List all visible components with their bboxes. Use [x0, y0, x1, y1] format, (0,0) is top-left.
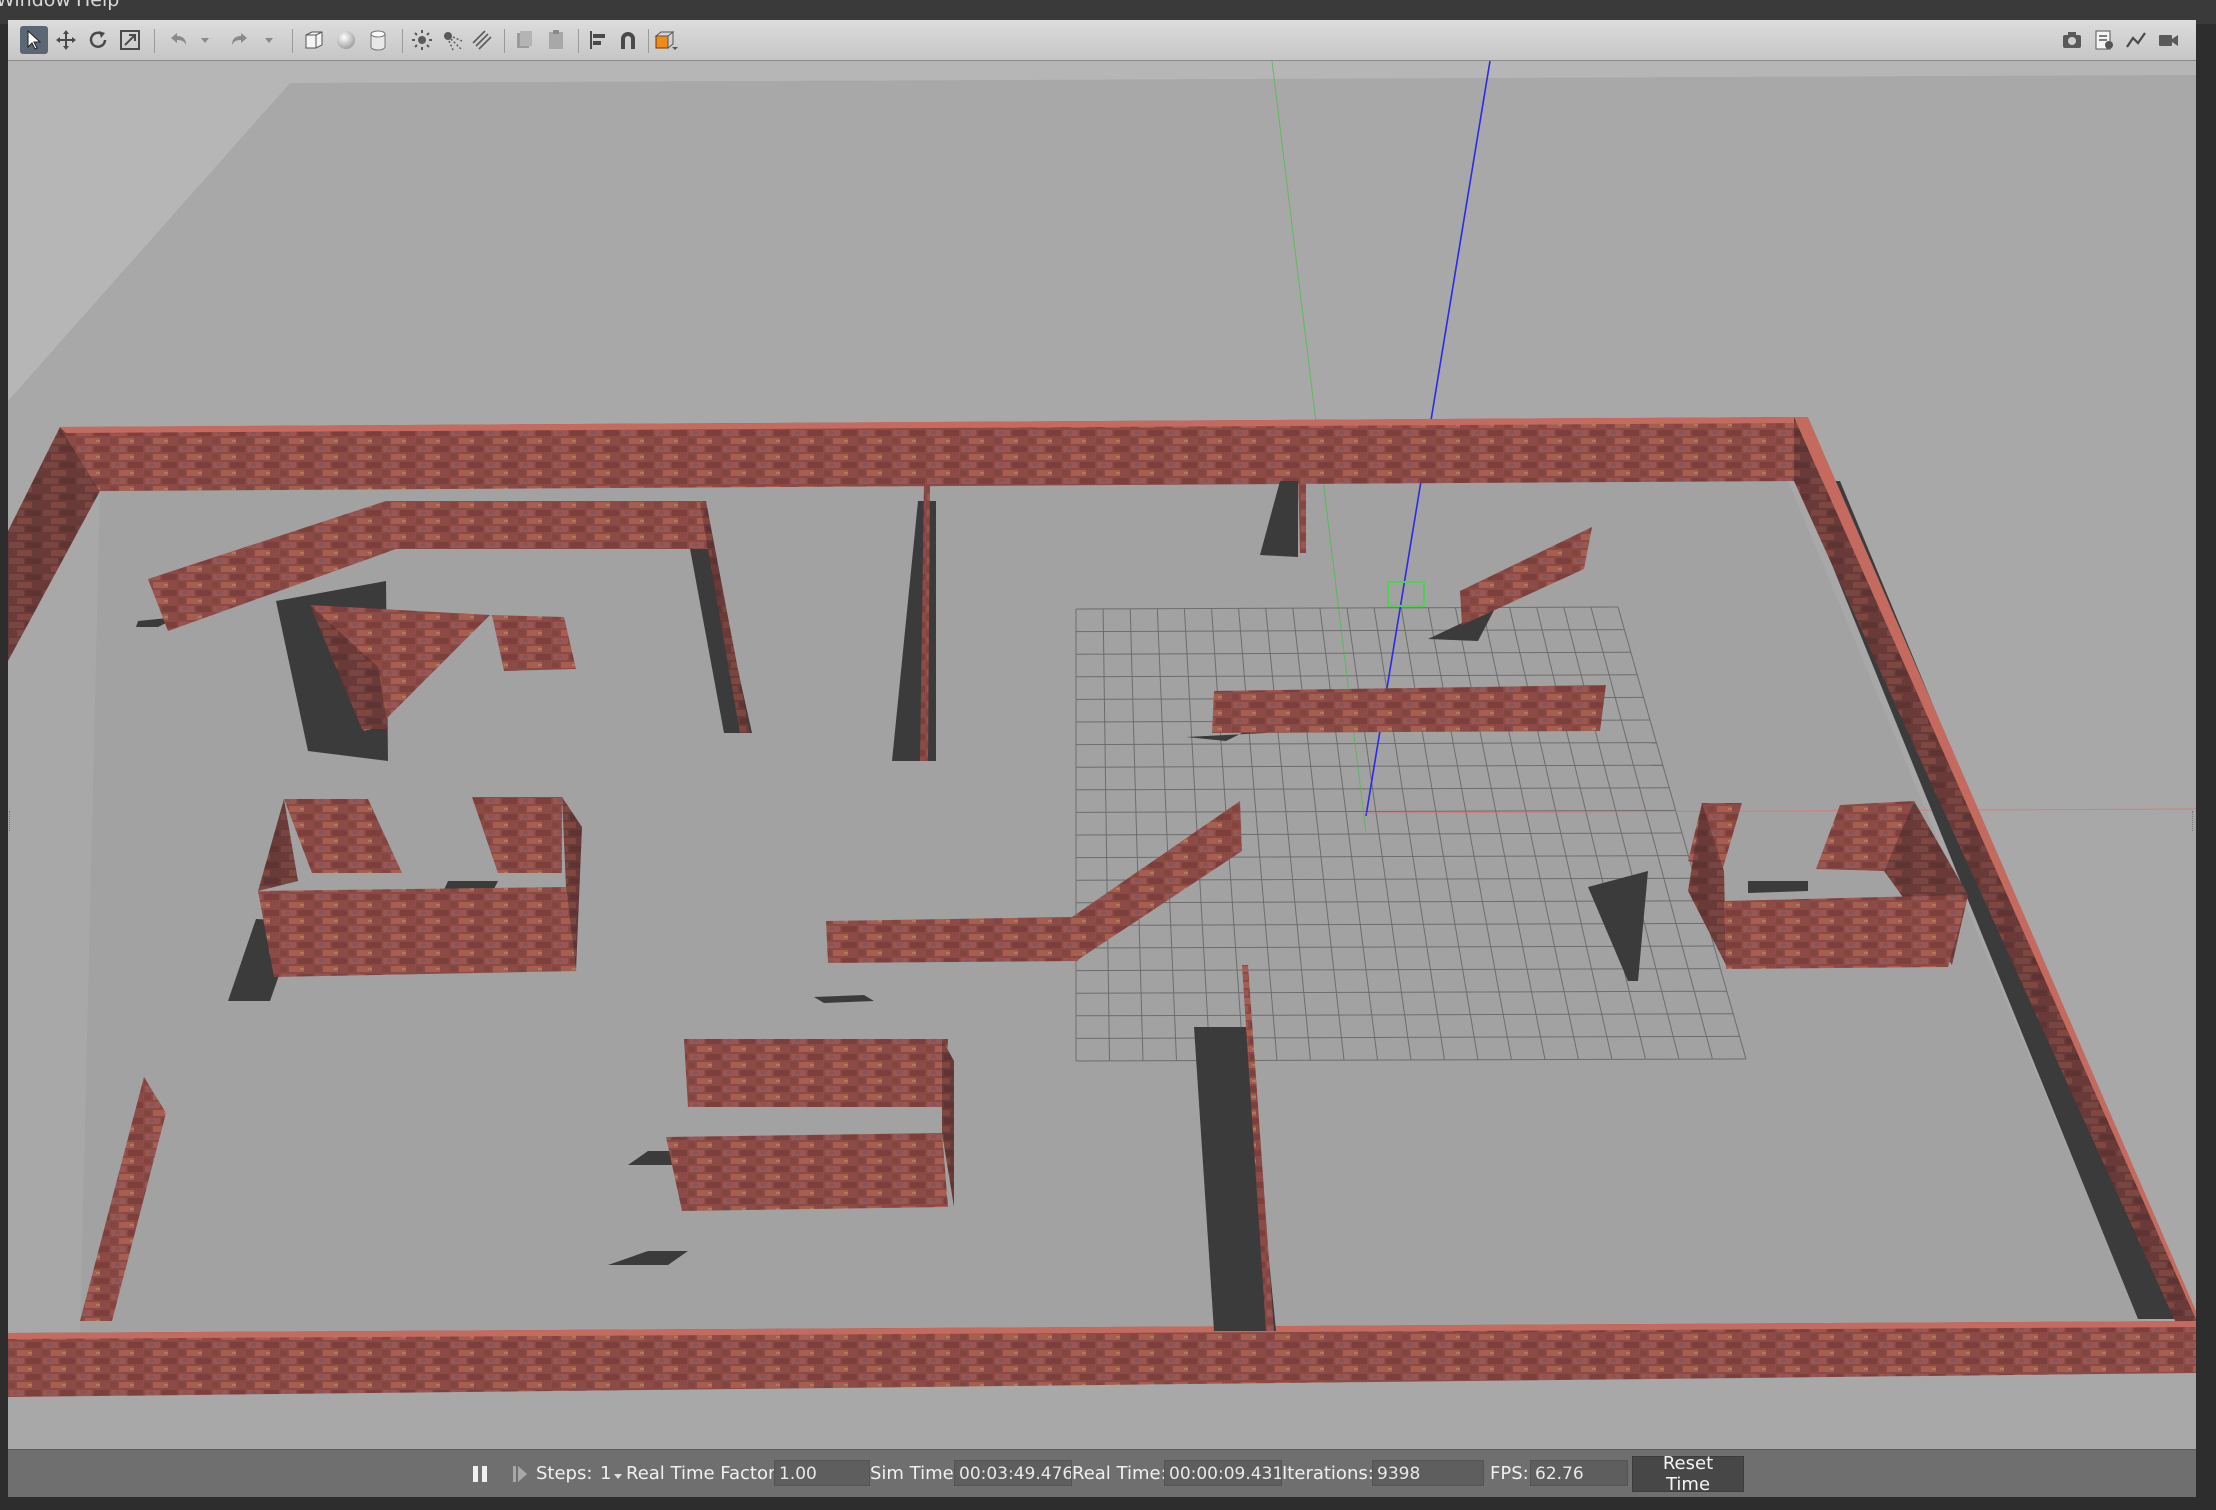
record-video-icon[interactable] — [2154, 26, 2182, 54]
change-view-icon[interactable] — [652, 26, 680, 54]
3d-viewport[interactable] — [8, 61, 2196, 1449]
gazebo-window: Window Help Steps: 1 Real Time Factor: 1… — [0, 0, 2216, 1510]
window-bottom-frame — [0, 1497, 2216, 1510]
box-shape-icon[interactable] — [300, 26, 328, 54]
menu-window[interactable]: Window — [0, 0, 71, 11]
paste-icon[interactable] — [542, 26, 570, 54]
scale-mode-icon[interactable] — [116, 26, 144, 54]
toolbar — [8, 20, 2196, 61]
redo-icon[interactable] — [226, 26, 254, 54]
cylinder-shape-icon[interactable] — [364, 26, 392, 54]
real-time-factor-label: Real Time Factor: — [626, 1463, 782, 1484]
reset-time-button[interactable]: Reset Time — [1632, 1453, 1744, 1495]
steps-label: Steps: — [536, 1463, 593, 1484]
right-panel-handle[interactable] — [2192, 811, 2196, 831]
iterations-field: 9398 — [1372, 1460, 1484, 1486]
fps-field: 62.76 — [1530, 1460, 1628, 1486]
screenshot-icon[interactable] — [2058, 26, 2086, 54]
translate-mode-icon[interactable] — [52, 26, 80, 54]
left-panel-handle[interactable] — [8, 811, 10, 831]
real-time-field: 00:00:09.431 — [1164, 1460, 1282, 1486]
menu-help[interactable]: Help — [76, 0, 119, 11]
point-light-icon[interactable] — [408, 26, 436, 54]
scene-render[interactable] — [8, 61, 2196, 1449]
undo-icon[interactable] — [164, 26, 192, 54]
pause-button[interactable] — [468, 1462, 492, 1486]
align-icon[interactable] — [584, 26, 612, 54]
sim-time-field: 00:03:49.476 — [954, 1460, 1072, 1486]
sim-time-label: Sim Time: — [870, 1463, 960, 1484]
real-time-label: Real Time: — [1072, 1463, 1167, 1484]
iterations-label: Iterations: — [1282, 1463, 1374, 1484]
step-icon — [513, 1466, 527, 1482]
log-data-icon[interactable] — [2090, 26, 2118, 54]
pause-icon — [473, 1466, 487, 1482]
real-time-factor-field: 1.00 — [774, 1460, 870, 1486]
select-mode-icon[interactable] — [20, 26, 48, 54]
rotate-mode-icon[interactable] — [84, 26, 112, 54]
spot-light-icon[interactable] — [438, 26, 466, 54]
chevron-down-icon[interactable] — [612, 1472, 624, 1480]
step-button[interactable] — [508, 1462, 532, 1486]
steps-value[interactable]: 1 — [600, 1463, 611, 1484]
undo-history-icon[interactable] — [198, 26, 212, 54]
snap-icon[interactable] — [614, 26, 642, 54]
redo-history-icon[interactable] — [262, 26, 276, 54]
sphere-shape-icon[interactable] — [332, 26, 360, 54]
directional-light-icon[interactable] — [468, 26, 496, 54]
fps-label: FPS: — [1490, 1463, 1529, 1484]
status-bar: Steps: 1 Real Time Factor: 1.00 Sim Time… — [8, 1449, 2196, 1498]
plot-icon[interactable] — [2122, 26, 2150, 54]
copy-icon[interactable] — [510, 26, 538, 54]
